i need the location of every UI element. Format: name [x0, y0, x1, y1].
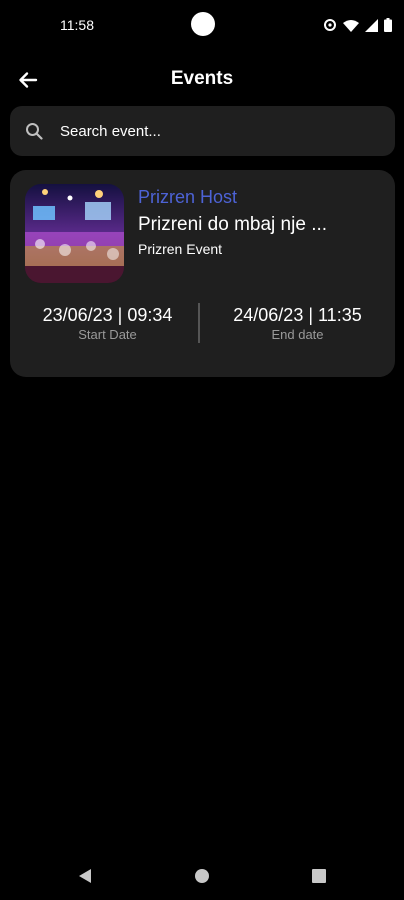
data-saver-icon — [324, 19, 336, 31]
event-title: Prizreni do mbaj nje ... — [138, 214, 328, 235]
page-title: Events — [170, 68, 234, 89]
start-date-label: Start Date — [78, 327, 137, 342]
search-bar[interactable] — [10, 106, 395, 156]
status-bar: 11:58 — [0, 0, 404, 52]
date-divider — [198, 303, 200, 343]
status-time: 11:58 — [60, 17, 94, 33]
start-date-value: 23/06/23 | 09:34 — [42, 305, 173, 325]
nav-back-icon[interactable] — [76, 867, 94, 885]
nav-recents-icon[interactable] — [312, 869, 326, 883]
signal-icon — [365, 18, 378, 32]
event-card[interactable]: Prizren Host Prizreni do mbaj nje ... Pr… — [10, 170, 395, 377]
event-category: Prizren Event — [138, 241, 223, 257]
status-icons — [323, 17, 392, 33]
camera-cutout — [191, 12, 215, 36]
event-host: Prizren Host — [138, 187, 238, 207]
search-icon — [24, 121, 44, 141]
wifi-icon — [343, 19, 359, 32]
start-date-block: 23/06/23 | 09:34 Start Date — [20, 305, 195, 342]
end-date-value: 24/06/23 | 11:35 — [233, 305, 362, 325]
app-bar: Events — [0, 56, 404, 104]
search-input[interactable] — [58, 121, 395, 141]
battery-icon — [384, 18, 392, 32]
end-date-label: End date — [271, 327, 324, 342]
end-date-block: 24/06/23 | 11:35 End date — [210, 305, 385, 342]
system-nav-bar — [0, 856, 404, 900]
nav-home-icon[interactable] — [195, 869, 209, 883]
event-image — [25, 184, 124, 283]
